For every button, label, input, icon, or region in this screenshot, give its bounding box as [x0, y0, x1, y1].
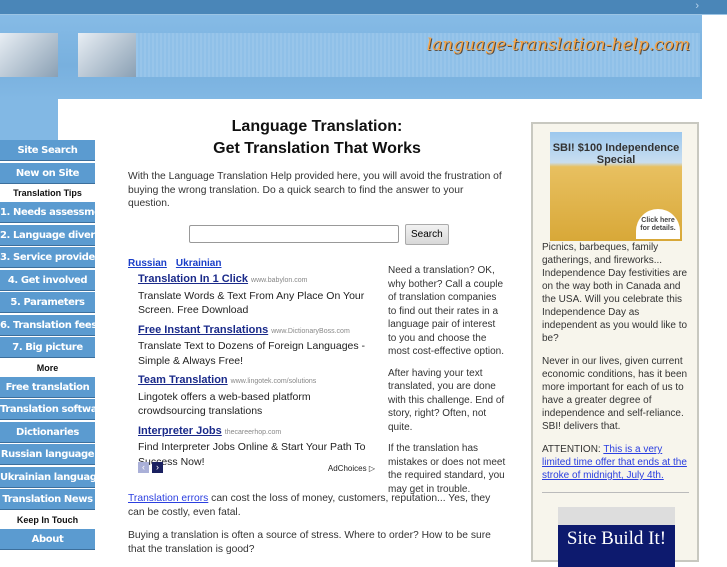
side-paragraph: Need a translation? OK, why bother? Call…	[388, 265, 504, 357]
ad-block: Translation In 1 Click www.babylon.com Tra…	[138, 272, 378, 474]
nav-tip-2[interactable]: 2. Language diversity	[0, 224, 95, 246]
adchoices-label: AdChoices	[327, 464, 367, 473]
chevron-right-icon[interactable]: ›	[152, 462, 163, 473]
ad-item: Team Translation www.lingotek.com/solutio…	[138, 373, 378, 419]
body-paragraph: Buying a translation is often a source o…	[128, 530, 491, 555]
adchoices-icon: ▷	[368, 464, 375, 473]
promo-paragraph: Picnics, barbeques, family gatherings, a…	[542, 242, 688, 344]
title-line-1: Language Translation:	[231, 118, 403, 135]
promo-paragraph: Never in our lives, given current econom…	[542, 356, 688, 432]
side-paragraph: After having your text translated, you a…	[388, 367, 505, 433]
nav-heading-tips: Translation Tips	[13, 188, 82, 198]
ad-item: Translation In 1 Click www.babylon.com Tra…	[138, 272, 378, 318]
nav-tip-4[interactable]: 4. Get involved	[0, 269, 95, 291]
sidebar-nav: Site Search New on Site Translation Tips…	[0, 140, 95, 551]
link-russian[interactable]: Russian	[128, 258, 167, 269]
promo-click-badge: Click here for details.	[636, 209, 680, 239]
chevron-left-icon[interactable]: ‹	[138, 462, 149, 473]
nav-free-translation[interactable]: Free translation	[0, 376, 95, 398]
side-paragraph: If the translation has mistakes or does …	[388, 443, 506, 495]
banner-photo-keyboard	[0, 33, 58, 77]
nav-about[interactable]: About	[0, 528, 95, 550]
ad-desc: Translate Words & Text From Any Place On…	[138, 289, 365, 317]
nav-heading-keep-in-touch: Keep In Touch	[16, 514, 79, 525]
chevron-right-icon[interactable]: ›	[695, 0, 699, 12]
ad-title[interactable]: Free Instant Translations	[138, 324, 268, 336]
promo-box: SBI! $100 Independence Special Click her…	[531, 122, 699, 567]
ad-title[interactable]: Team Translation	[138, 374, 228, 386]
ad-pager: ‹ ›	[138, 462, 163, 473]
ad-desc: Lingotek offers a web-based platform cro…	[138, 390, 311, 418]
adchoices-link[interactable]: AdChoices ▷	[328, 462, 375, 477]
ad-item: Free Instant Translations www.DictionaryB…	[138, 323, 378, 369]
search-form: Search	[189, 223, 506, 245]
ad-url[interactable]: thecareerhop.com	[225, 429, 281, 436]
nav-tip-3[interactable]: 3. Service providers	[0, 247, 95, 268]
nav-ukrainian-language[interactable]: Ukrainian language	[0, 466, 95, 488]
site-banner: language-translation-help.com	[0, 15, 702, 99]
body-text: Translation errors can cost the loss of …	[128, 492, 506, 557]
sbi-logo[interactable]: Site Build It!	[558, 507, 675, 567]
page-title: Language Translation: Get Translation Tha…	[128, 116, 506, 160]
promo-attention: ATTENTION: This is a very limited time o…	[542, 443, 689, 482]
ad-title[interactable]: Interpreter Jobs	[138, 425, 222, 437]
nav-tip-7[interactable]: 7. Big picture	[0, 337, 95, 358]
nav-translation-news[interactable]: Translation News	[0, 489, 95, 510]
title-line-2: Get Translation That Works	[213, 140, 421, 157]
divider	[542, 492, 689, 493]
nav-new-on-site[interactable]: New on Site	[0, 162, 95, 184]
banner-photo-typing	[78, 33, 136, 77]
link-ukrainian[interactable]: Ukrainian	[176, 258, 222, 269]
nav-translation-software[interactable]: Translation software	[0, 399, 95, 420]
ad-title[interactable]: Translation In 1 Click	[138, 273, 248, 285]
top-bar: ›	[0, 0, 727, 15]
left-stripe	[0, 99, 58, 140]
link-translation-errors[interactable]: Translation errors	[128, 493, 208, 504]
site-logo[interactable]: language-translation-help.com	[427, 35, 690, 55]
side-text: Need a translation? OK, why bother? Call…	[388, 264, 506, 504]
nav-russian-language[interactable]: Russian language	[0, 444, 95, 465]
sbi-promo-image[interactable]: SBI! $100 Independence Special Click her…	[550, 132, 682, 241]
nav-tip-6[interactable]: 6. Translation fees	[0, 314, 95, 336]
body-paragraph: Translation errors can cost the loss of …	[128, 492, 506, 520]
nav-tip-5[interactable]: 5. Parameters	[0, 292, 95, 313]
nav-dictionaries[interactable]: Dictionaries	[0, 421, 95, 443]
ad-url[interactable]: www.DictionaryBoss.com	[271, 328, 350, 335]
nav-site-search[interactable]: Site Search	[0, 140, 95, 161]
promo-title: SBI! $100 Independence Special	[552, 142, 680, 166]
intro-text: With the Language Translation Help provi…	[128, 171, 502, 209]
search-button[interactable]: Search	[405, 223, 449, 245]
nav-tip-1[interactable]: 1. Needs assessment	[0, 202, 95, 223]
attention-label: ATTENTION:	[542, 444, 604, 455]
nav-heading-more: More	[36, 362, 59, 373]
main-content: Language Translation: Get Translation Tha…	[128, 116, 506, 270]
ad-url[interactable]: www.lingotek.com/solutions	[231, 378, 317, 385]
ad-url[interactable]: www.babylon.com	[251, 277, 307, 284]
search-input[interactable]	[189, 225, 399, 243]
ad-desc: Translate Text to Dozens of Foreign Lang…	[138, 340, 366, 367]
